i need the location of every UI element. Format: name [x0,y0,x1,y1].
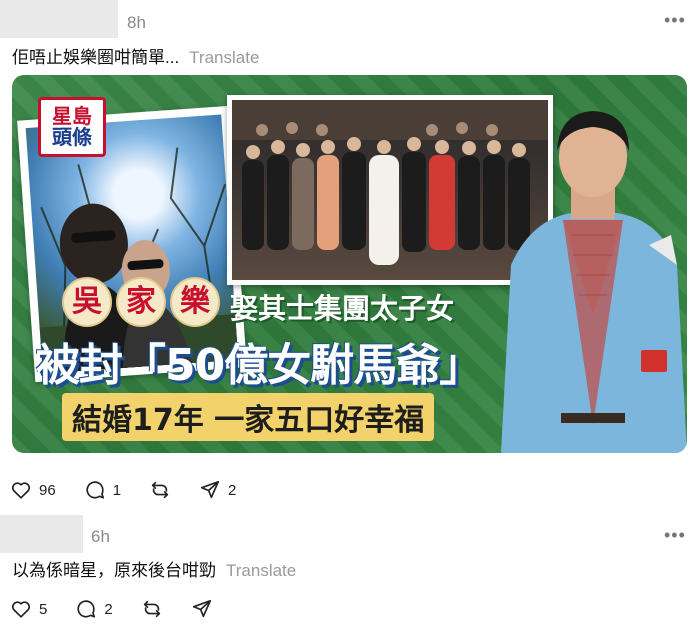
repost-icon [143,600,160,618]
man-portrait [501,95,687,453]
more-options-button[interactable]: ••• [664,525,686,546]
man-illustration [501,111,687,453]
comment-count: 1 [112,481,122,499]
headline-line-1-text: 娶其士集團太子女 [230,291,455,325]
headline-line-1: 吳家樂娶其士集團太子女 [62,277,454,327]
avatar-blurred[interactable] [0,0,118,38]
like-count: 5 [39,600,48,618]
name-char-1: 吳 [62,277,112,327]
comment-button[interactable]: 2 [75,598,113,620]
like-count: 96 [39,481,56,499]
repost-button[interactable] [149,479,171,501]
like-button[interactable]: 5 [10,598,47,620]
share-icon [192,599,211,618]
logo-line-1: 星島 [52,104,92,128]
headline-line-2: 被封「50億女駙馬爺」 [36,340,483,391]
share-button[interactable] [191,598,213,620]
comment-icon [86,481,104,499]
more-icon: ••• [664,525,686,545]
post-text: 佢唔止娛樂圈咁簡單... Translate [12,43,259,68]
heart-icon [11,482,31,499]
avatar-blurred[interactable] [0,515,83,553]
post-time: 8h [127,13,146,32]
like-button[interactable]: 96 [10,479,56,501]
name-char-3: 樂 [170,277,220,327]
news-logo: 星島 頭條 [38,97,106,157]
name-char-2: 家 [116,277,166,327]
share-count: 2 [228,481,237,499]
post-actions: 96 1 2 [10,479,264,501]
post-body: 以為係暗星，原來後台咁勁 [12,561,216,580]
translate-link[interactable]: Translate [226,561,296,580]
post-text: 以為係暗星，原來後台咁勁 Translate [12,556,296,581]
repost-icon [151,481,169,499]
headline-line-3: 結婚17年 一家五口好幸福 [62,393,435,441]
heart-icon [11,601,31,618]
post-actions: 5 2 [10,598,241,620]
more-icon: ••• [664,10,686,30]
comment-icon [77,600,96,618]
share-icon [200,480,220,499]
translate-link[interactable]: Translate [189,48,259,67]
post-image[interactable]: 星島 頭條 吳家樂娶其士集團太子女 被封「50億女駙馬爺」 結婚17年 一家五口… [12,75,687,453]
more-options-button[interactable]: ••• [664,10,686,31]
repost-button[interactable] [141,598,163,620]
comment-button[interactable]: 1 [84,479,121,501]
comment-count: 2 [104,600,113,618]
share-button[interactable]: 2 [199,479,236,501]
post-time: 6h [91,527,110,546]
post-body: 佢唔止娛樂圈咁簡單... [12,48,180,67]
logo-line-2: 頭條 [52,125,92,149]
